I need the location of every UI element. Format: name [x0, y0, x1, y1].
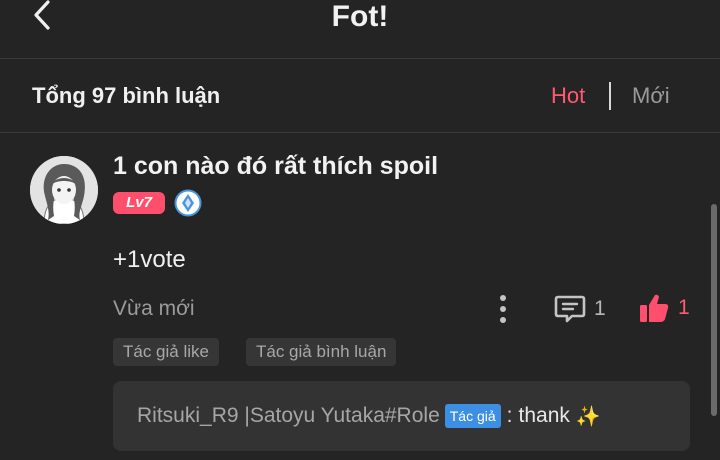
sort-hot-tab[interactable]: Hot	[551, 83, 585, 109]
like-button[interactable]: 1	[638, 291, 690, 325]
comment-count-label: Tổng 97 bình luận	[32, 83, 221, 108]
comment-text: +1vote	[113, 246, 186, 273]
author-replied-tag: Tác giả bình luận	[246, 338, 397, 366]
comment-username[interactable]: 1 con nào đó rất thích spoil	[113, 152, 438, 181]
avatar-image	[30, 156, 98, 224]
thumbs-up-icon	[640, 294, 669, 322]
reply-author[interactable]: Ritsuki_R9 |Satoyu Yutaka#Role	[137, 404, 440, 428]
comments-sort-bar: Tổng 97 bình luận Hot Mới	[0, 59, 720, 133]
scrollbar[interactable]	[711, 204, 717, 416]
reply-separator: :	[506, 404, 513, 427]
author-reply-box[interactable]: Ritsuki_R9 |Satoyu Yutaka#Role Tác giả :…	[113, 381, 690, 451]
sort-new-tab[interactable]: Mới	[632, 83, 670, 109]
rank-icon	[174, 189, 202, 217]
level-badge: Lv7	[113, 192, 165, 214]
author-liked-tag: Tác giả like	[113, 338, 219, 366]
comment-timestamp: Vừa mới	[113, 297, 195, 320]
comment-icon	[554, 295, 586, 323]
more-vertical-icon	[500, 295, 506, 323]
avatar[interactable]	[30, 156, 98, 224]
sparkle-icon: ✨	[575, 405, 601, 428]
screen: Fot! Tổng 97 bình luận Hot Mới 1 con nào…	[0, 0, 720, 460]
like-count: 1	[678, 296, 690, 319]
reply-button[interactable]: 1	[554, 293, 606, 325]
reply-line: Ritsuki_R9 |Satoyu Yutaka#Role Tác giả :…	[137, 381, 601, 451]
header: Fot!	[0, 0, 720, 59]
author-badge: Tác giả	[444, 404, 501, 428]
page-title: Fot!	[331, 0, 389, 33]
sort-divider	[609, 82, 611, 110]
reply-text: thank	[518, 404, 570, 427]
reply-count: 1	[594, 297, 606, 320]
more-options-button[interactable]	[494, 293, 512, 325]
